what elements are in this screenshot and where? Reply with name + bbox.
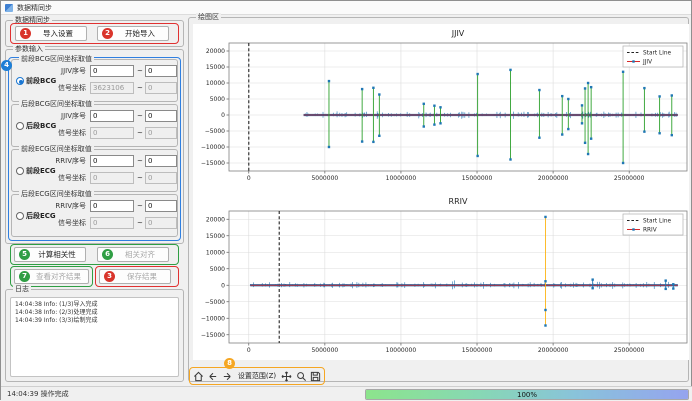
plot-area-label: 绘图区	[196, 13, 221, 22]
app-window: 数据精同步 数据精同步 1 导入设置 2 开始导入 参数输入 4 前段BCG区间…	[0, 0, 692, 400]
bcg-front-signal-start-input	[90, 82, 134, 94]
svg-text:20000: 20000	[206, 48, 225, 55]
svg-text:JJIV: JJIV	[642, 60, 652, 66]
svg-text:10000000: 10000000	[386, 175, 417, 182]
ecg-front-signal-end-input	[145, 172, 177, 184]
svg-text:15000: 15000	[206, 64, 225, 71]
home-icon[interactable]	[193, 370, 204, 382]
svg-text:25000000: 25000000	[614, 347, 645, 354]
statusbar: 14:04:39 操作完成 100%	[1, 386, 692, 401]
svg-text:−5000: −5000	[205, 299, 225, 306]
svg-text:RRIV: RRIV	[449, 197, 468, 206]
params-group-label: 参数输入	[13, 45, 45, 54]
section-ecg-front: 前段ECG区间坐标取值 前段ECG RRIV序号 ~ 信号坐标 ~	[11, 149, 178, 192]
ecg-front-rriv-start-input[interactable]	[90, 155, 134, 167]
svg-text:20000: 20000	[206, 216, 225, 223]
bcg-back-signal-end-input	[145, 127, 177, 139]
save-result-button[interactable]: 3 保存结果	[99, 269, 171, 284]
log-line: 14:04:38 Info: (1/3)导入完成	[15, 301, 174, 309]
section-ecg-back: 后段ECG区间坐标取值 后段ECG RRIV序号 ~ 信号坐标 ~	[11, 194, 178, 237]
ecg-front-rriv-end-input[interactable]	[145, 155, 177, 167]
svg-text:0: 0	[221, 282, 225, 289]
svg-text:−15000: −15000	[201, 160, 225, 167]
svg-text:−15000: −15000	[201, 332, 225, 339]
svg-text:15000000: 15000000	[462, 347, 493, 354]
svg-text:JJIV: JJIV	[451, 29, 465, 38]
log-textarea[interactable]: 14:04:38 Info: (1/3)导入完成 14:04:38 Info: …	[10, 297, 179, 377]
annotation-badge-6: 6	[102, 249, 113, 260]
import-settings-button[interactable]: 1 导入设置	[15, 26, 87, 41]
titlebar: 数据精同步	[1, 1, 691, 15]
svg-text:−10000: −10000	[201, 315, 225, 322]
zoom-icon[interactable]	[295, 370, 306, 382]
ecg-back-signal-start-input	[90, 217, 134, 229]
sync-group-label: 数据精同步	[13, 16, 52, 25]
svg-text:0: 0	[247, 175, 251, 182]
set-range-button[interactable]: 设置范围(Z)	[236, 371, 278, 381]
ecg-back-rriv-start-input[interactable]	[90, 200, 134, 212]
calc-correlation-button[interactable]: 5 计算相关性	[14, 247, 86, 262]
start-import-button[interactable]: 2 开始导入	[97, 26, 169, 41]
main-area: 数据精同步 1 导入设置 2 开始导入 参数输入 4 前段BCG区间坐标取值 前…	[1, 15, 692, 386]
svg-text:RRIV: RRIV	[643, 228, 657, 234]
svg-text:10000000: 10000000	[386, 347, 417, 354]
annotation-badge-3: 3	[104, 271, 115, 282]
save-icon[interactable]	[310, 370, 321, 382]
bcg-back-signal-start-input	[90, 127, 134, 139]
forward-icon[interactable]	[222, 370, 233, 382]
svg-text:−5000: −5000	[205, 128, 225, 135]
svg-text:15000: 15000	[206, 233, 225, 240]
status-message: 14:04:39 操作完成	[7, 387, 69, 401]
svg-text:0: 0	[221, 112, 225, 119]
ecg-front-signal-start-input	[90, 172, 134, 184]
view-align-result-button[interactable]: 7 查看对齐结果	[14, 269, 89, 284]
app-icon	[5, 4, 13, 12]
svg-text:5000: 5000	[210, 96, 225, 103]
ecg-back-rriv-end-input[interactable]	[145, 200, 177, 212]
svg-text:−10000: −10000	[201, 144, 225, 151]
log-line: 14:04:39 Info: (3/3)绘制完成	[15, 317, 174, 325]
svg-text:0: 0	[247, 347, 251, 354]
log-group-label: 日志	[13, 285, 31, 294]
annotation-badge-8: 8	[224, 358, 235, 369]
svg-text:Start Line: Start Line	[643, 219, 672, 225]
bcg-front-signal-end-input	[145, 82, 177, 94]
chart-toolbar: 设置范围(Z)	[189, 367, 325, 385]
section-bcg-front: 前段BCG区间坐标取值 前段BCG JJIV序号 ~ 信号坐标 ~	[11, 59, 178, 102]
progress-bar: 100%	[365, 389, 689, 400]
back-icon[interactable]	[207, 370, 218, 382]
annotation-badge-5: 5	[19, 249, 30, 260]
pan-icon[interactable]	[281, 370, 292, 382]
bcg-back-jjiv-end-input[interactable]	[145, 110, 177, 122]
svg-text:15000000: 15000000	[462, 175, 493, 182]
log-line: 14:04:38 Info: (2/3)处理完成	[15, 309, 174, 317]
svg-text:20000000: 20000000	[538, 347, 569, 354]
annotation-badge-7: 7	[19, 271, 30, 282]
svg-text:5000000: 5000000	[311, 347, 338, 354]
svg-text:20000000: 20000000	[538, 175, 569, 182]
svg-text:5000: 5000	[210, 266, 225, 273]
ecg-back-signal-end-input	[145, 217, 177, 229]
section-bcg-back: 后段BCG区间坐标取值 后段BCG JJIV序号 ~ 信号坐标 ~	[11, 104, 178, 147]
svg-text:10000: 10000	[206, 80, 225, 87]
svg-text:Start Line: Start Line	[643, 51, 672, 57]
svg-text:10000: 10000	[206, 249, 225, 256]
svg-text:25000000: 25000000	[614, 175, 645, 182]
svg-text:5000000: 5000000	[311, 175, 338, 182]
window-title: 数据精同步	[17, 3, 52, 13]
correlation-align-button[interactable]: 6 相关对齐	[97, 247, 169, 262]
matplotlib-canvas[interactable]: 0500000010000000150000002000000025000000…	[193, 24, 689, 360]
bcg-front-jjiv-end-input[interactable]	[145, 65, 177, 77]
progress-text: 100%	[366, 390, 688, 400]
annotation-badge-2: 2	[102, 28, 113, 39]
bcg-front-jjiv-start-input[interactable]	[90, 65, 134, 77]
annotation-badge-1: 1	[20, 28, 31, 39]
bcg-back-jjiv-start-input[interactable]	[90, 110, 134, 122]
annotation-badge-4: 4	[1, 60, 12, 71]
